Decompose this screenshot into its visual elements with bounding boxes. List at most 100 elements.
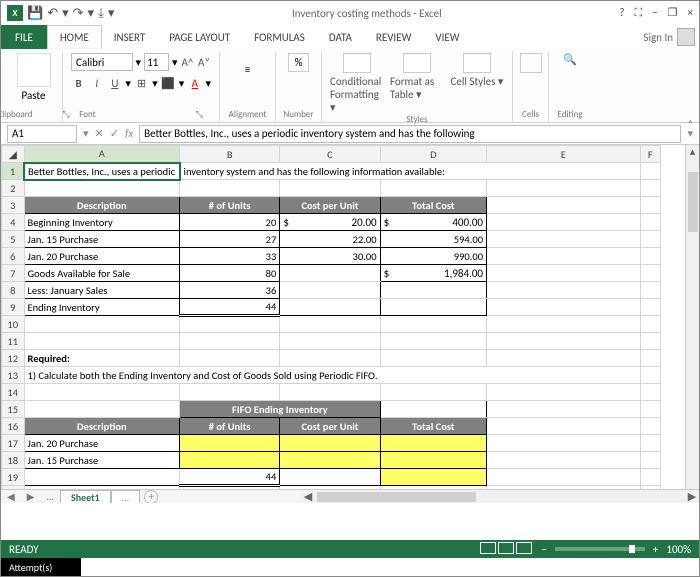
cell[interactable]: 33 [180,248,280,265]
ribbon-display-icon[interactable]: ⛶ [634,6,642,20]
tab-nav-prev-icon[interactable]: ◀ [1,490,21,503]
row-header[interactable]: 5 [2,231,25,248]
cell[interactable]: $20.00 [280,214,380,231]
cell[interactable]: $1,984.00 [380,265,486,282]
percent-button[interactable]: % [288,53,310,72]
cell[interactable]: 36 [180,282,280,299]
tab-insert[interactable]: INSERT [102,25,158,49]
close-button[interactable]: × [688,6,693,20]
cell[interactable] [280,452,380,469]
format-as-table-button[interactable]: Format as Table ▾ [390,53,444,114]
row-header[interactable]: 18 [2,452,25,469]
cell[interactable] [380,282,486,299]
cell[interactable]: Total Cost [380,418,486,435]
cell[interactable] [180,435,280,452]
sheet-tab-more[interactable]: ... [111,490,141,504]
zoom-level[interactable]: 100% [666,543,691,556]
font-name-select[interactable]: Calibri [71,53,133,71]
cell[interactable]: # of Units [180,197,280,214]
cell[interactable]: 594.00 [380,231,486,248]
font-dialog-icon[interactable]: ⤡ [196,109,203,122]
cell[interactable]: $400.00 [380,214,486,231]
minimize-button[interactable]: − [652,6,657,20]
tab-nav-more-icon[interactable]: ... [40,490,60,503]
paste-button[interactable] [17,53,51,87]
paste-label[interactable]: Paste [22,89,46,102]
border-button[interactable]: ⊞ [134,75,149,91]
cell[interactable]: Goods Available for Sale [24,265,180,282]
collapse-ribbon-icon[interactable]: ˄ [688,117,693,130]
vertical-scrollbar[interactable]: ▴ [685,145,699,489]
row-header[interactable]: 6 [2,248,25,265]
cell[interactable]: Beginning Inventory [24,214,180,231]
cell[interactable] [280,282,380,299]
cell[interactable]: 27 [180,231,280,248]
alignment-buttons[interactable]: ≡ [233,53,263,85]
row-header[interactable]: 13 [2,367,25,384]
row-header[interactable]: 1 [2,163,25,180]
conditional-formatting-button[interactable]: Conditional Formatting ▾ [330,53,384,114]
cell[interactable] [280,469,380,486]
row-header[interactable]: 7 [2,265,25,282]
cell[interactable]: 20 [180,214,280,231]
row-header[interactable]: 16 [2,418,25,435]
save-icon[interactable]: 💾 [27,6,43,21]
cell[interactable]: 990.00 [380,248,486,265]
zoom-slider[interactable] [555,547,645,551]
cell[interactable]: 30.00 [280,248,380,265]
fill-color-button[interactable]: ⬛ [161,75,176,91]
cell[interactable]: 80 [180,265,280,282]
italic-button[interactable]: I [89,75,104,91]
row-header[interactable]: 15 [2,401,25,418]
cell[interactable] [380,435,486,452]
view-mode-buttons[interactable] [479,542,533,557]
cell[interactable]: Total Cost [380,197,486,214]
cell[interactable]: Cost per Unit [280,197,380,214]
font-size-select[interactable]: 11 [144,53,169,71]
cell[interactable]: Jan. 20 Purchase [24,248,180,265]
cell[interactable]: Cost per Unit [280,418,380,435]
row-header[interactable]: 8 [2,282,25,299]
cell[interactable] [280,265,380,282]
tab-file[interactable]: FILE [1,25,47,49]
col-header-f[interactable]: F [640,146,661,163]
zoom-in-button[interactable]: + [653,543,658,556]
grow-font-icon[interactable]: A^ [181,54,195,70]
redo-icon[interactable]: ↷ [73,6,84,21]
cell[interactable]: Required: [24,350,180,367]
row-header[interactable]: 4 [2,214,25,231]
cell[interactable]: 1) Calculate both the Ending Inventory a… [24,367,640,384]
tab-page-layout[interactable]: PAGE LAYOUT [157,25,242,49]
cell[interactable]: Description [24,418,180,435]
cell[interactable]: Jan. 15 Purchase [24,231,180,248]
col-header-a[interactable]: A [24,146,180,163]
cell[interactable] [380,469,486,486]
horizontal-scrollbar[interactable]: ◀▶ [301,489,699,503]
row-header[interactable]: 12 [2,350,25,367]
help-icon[interactable]: ? [619,6,624,20]
row-header[interactable]: 2 [2,180,25,197]
cell[interactable] [280,299,380,316]
row-header[interactable]: 3 [2,197,25,214]
underline-button[interactable]: U [107,75,122,91]
add-sheet-button[interactable]: + [144,490,158,504]
enter-formula-icon[interactable]: ✓ [110,127,119,140]
tab-review[interactable]: REVIEW [364,25,424,49]
find-button[interactable]: 🔍 [563,53,577,66]
zoom-out-button[interactable]: − [541,543,546,556]
cell[interactable] [180,452,280,469]
formula-bar[interactable]: Better Bottles, Inc., uses a periodic in… [139,125,681,143]
row-header[interactable]: 17 [2,435,25,452]
col-header-c[interactable]: C [280,146,380,163]
cell[interactable]: 44 [180,299,280,316]
select-all-button[interactable]: ◢ [2,146,25,163]
cell[interactable] [280,435,380,452]
cells-button[interactable] [520,53,542,73]
row-header[interactable]: 9 [2,299,25,316]
col-header-e[interactable]: E [487,146,640,163]
tab-view[interactable]: VIEW [423,25,471,49]
name-box[interactable]: A1 [7,125,77,143]
cell[interactable] [380,452,486,469]
col-header-b[interactable]: B [180,146,280,163]
tab-home[interactable]: HOME [47,25,102,49]
